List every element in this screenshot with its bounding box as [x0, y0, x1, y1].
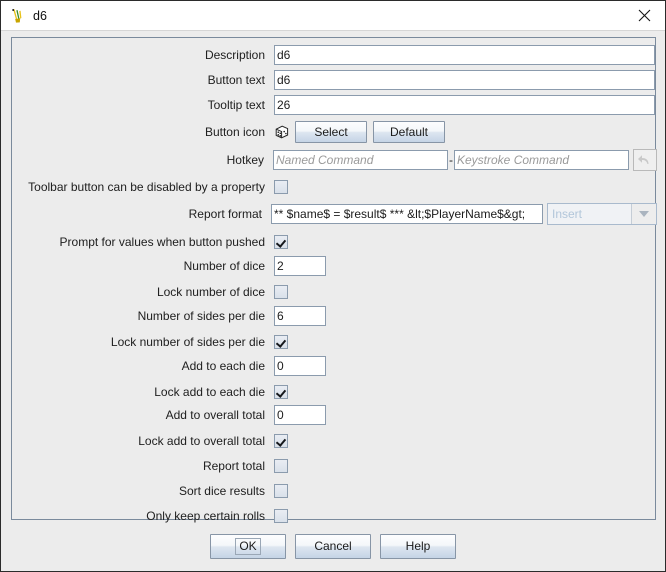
- number-of-dice-label: Number of dice: [12, 258, 265, 274]
- only-keep-certain-rolls-label: Only keep certain rolls: [12, 508, 265, 524]
- window-title: d6: [33, 9, 629, 23]
- button-text-input[interactable]: d6: [274, 70, 655, 90]
- chevron-down-icon: [631, 204, 656, 224]
- number-of-sides-input[interactable]: 6: [274, 306, 326, 326]
- row-description: Description d6: [12, 45, 657, 65]
- row-add-each-die: Add to each die 0: [12, 356, 657, 376]
- row-number-of-sides: Number of sides per die 6: [12, 306, 657, 326]
- lock-number-of-dice-label: Lock number of dice: [12, 284, 265, 300]
- description-input[interactable]: d6: [274, 45, 655, 65]
- row-tooltip-text: Tooltip text 26: [12, 95, 657, 115]
- sort-dice-results-label: Sort dice results: [12, 483, 265, 499]
- cancel-button[interactable]: Cancel: [295, 534, 371, 559]
- insert-dropdown-label: Insert: [548, 204, 631, 224]
- lock-add-overall-total-checkbox[interactable]: [274, 434, 288, 448]
- button-icon-label: Button icon: [12, 124, 265, 140]
- row-toolbar-disable: Toolbar button can be disabled by a prop…: [12, 177, 657, 197]
- row-button-text: Button text d6: [12, 70, 657, 90]
- add-overall-total-input[interactable]: 0: [274, 405, 326, 425]
- row-report-total: Report total: [12, 456, 657, 476]
- die-icon: [274, 124, 290, 140]
- insert-dropdown[interactable]: Insert: [547, 203, 657, 225]
- number-of-sides-label: Number of sides per die: [12, 308, 265, 324]
- number-of-dice-input[interactable]: 2: [274, 256, 326, 276]
- report-format-input[interactable]: ** $name$ = $result$ *** &lt;$PlayerName…: [271, 204, 543, 224]
- row-number-of-dice: Number of dice 2: [12, 256, 657, 276]
- prompt-values-label: Prompt for values when button pushed: [12, 234, 265, 250]
- keystroke-command-input[interactable]: Keystroke Command: [454, 150, 629, 170]
- prompt-values-checkbox[interactable]: [274, 235, 288, 249]
- vassal-logo-icon: [10, 8, 26, 24]
- row-lock-add-each-die: Lock add to each die: [12, 382, 657, 402]
- lock-number-of-dice-checkbox[interactable]: [274, 285, 288, 299]
- description-label: Description: [12, 47, 265, 63]
- dice-button-properties-window: d6 Description d6 Button text d6: [0, 0, 666, 572]
- row-prompt-values: Prompt for values when button pushed: [12, 232, 657, 252]
- close-icon[interactable]: [629, 3, 659, 29]
- sort-dice-results-checkbox[interactable]: [274, 484, 288, 498]
- select-icon-button[interactable]: Select: [295, 121, 367, 143]
- row-lock-add-overall-total: Lock add to overall total: [12, 431, 657, 451]
- default-icon-button[interactable]: Default: [373, 121, 445, 143]
- lock-add-each-die-label: Lock add to each die: [12, 384, 265, 400]
- hotkey-label: Hotkey: [12, 152, 264, 168]
- tooltip-text-label: Tooltip text: [12, 97, 265, 113]
- toolbar-disable-label: Toolbar button can be disabled by a prop…: [12, 179, 265, 195]
- row-button-icon: Button icon S: [12, 120, 657, 144]
- row-sort-dice-results: Sort dice results: [12, 481, 657, 501]
- row-hotkey: Hotkey Named Command - Keystroke Command: [12, 148, 657, 172]
- lock-number-of-sides-checkbox[interactable]: [274, 335, 288, 349]
- named-command-input[interactable]: Named Command: [273, 150, 448, 170]
- dialog-content: Description d6 Button text d6 Tooltip te…: [1, 31, 665, 571]
- only-keep-certain-rolls-checkbox[interactable]: [274, 509, 288, 523]
- ok-button-label: OK: [235, 538, 260, 555]
- row-report-format: Report format ** $name$ = $result$ *** &…: [12, 202, 657, 226]
- tooltip-text-input[interactable]: 26: [274, 95, 655, 115]
- lock-add-each-die-checkbox[interactable]: [274, 385, 288, 399]
- lock-number-of-sides-label: Lock number of sides per die: [12, 334, 265, 350]
- ok-button[interactable]: OK: [210, 534, 286, 559]
- row-lock-number-of-sides: Lock number of sides per die: [12, 332, 657, 352]
- add-each-die-label: Add to each die: [12, 358, 265, 374]
- add-each-die-input[interactable]: 0: [274, 356, 326, 376]
- title-bar: d6: [1, 1, 665, 31]
- row-only-keep-certain-rolls: Only keep certain rolls: [12, 506, 657, 526]
- undo-icon[interactable]: [633, 149, 657, 171]
- button-text-label: Button text: [12, 72, 265, 88]
- add-overall-total-label: Add to overall total: [12, 407, 265, 423]
- row-add-overall-total: Add to overall total 0: [12, 405, 657, 425]
- properties-panel: Description d6 Button text d6 Tooltip te…: [11, 37, 656, 520]
- row-lock-number-of-dice: Lock number of dice: [12, 282, 657, 302]
- report-total-checkbox[interactable]: [274, 459, 288, 473]
- report-format-label: Report format: [12, 206, 262, 222]
- help-button[interactable]: Help: [380, 534, 456, 559]
- dialog-button-bar: OK Cancel Help: [1, 526, 665, 566]
- lock-add-overall-total-label: Lock add to overall total: [12, 433, 265, 449]
- toolbar-disable-checkbox[interactable]: [274, 180, 288, 194]
- report-total-label: Report total: [12, 458, 265, 474]
